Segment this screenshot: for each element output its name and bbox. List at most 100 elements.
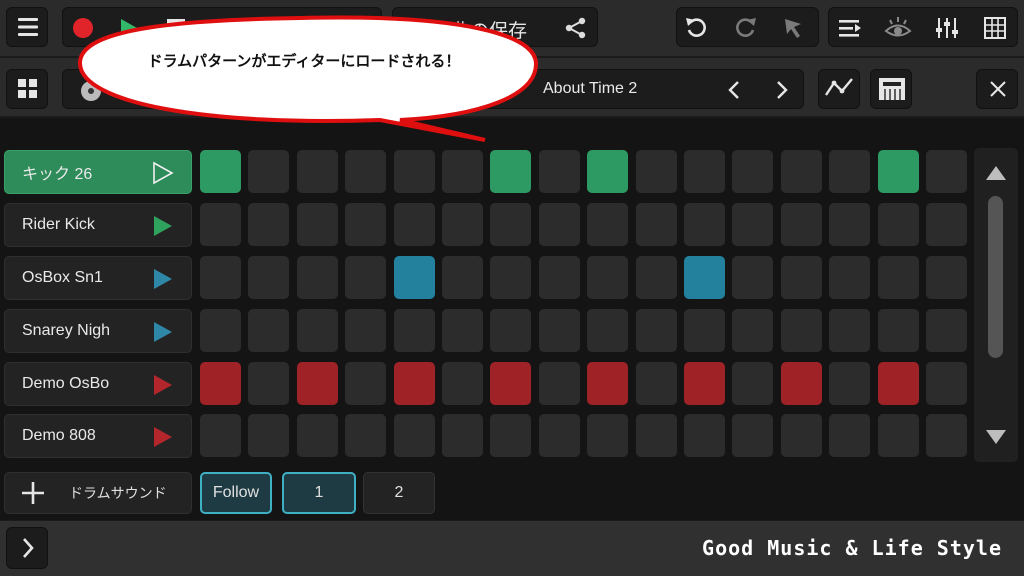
step-cell-on[interactable]: [296, 362, 338, 405]
menu-button[interactable]: [6, 7, 48, 47]
track-row[interactable]: Snarey Nigh: [4, 309, 192, 353]
step-cell[interactable]: [926, 203, 967, 246]
scroll-thumb[interactable]: [988, 196, 1003, 358]
track-row[interactable]: Rider Kick: [4, 203, 192, 247]
step-cell-on[interactable]: [393, 256, 435, 299]
mixer-icon[interactable]: [933, 14, 961, 42]
step-cell[interactable]: [200, 309, 241, 352]
pads-view-button[interactable]: [6, 69, 48, 109]
step-cell[interactable]: [345, 203, 387, 246]
keyboard-button[interactable]: [870, 69, 912, 109]
pointer-icon[interactable]: [779, 14, 807, 42]
step-cell[interactable]: [732, 150, 774, 193]
step-cell[interactable]: [248, 414, 290, 457]
step-cell[interactable]: [684, 309, 725, 352]
track-row[interactable]: Demo OsBo: [4, 362, 192, 406]
undo-icon[interactable]: [683, 14, 711, 42]
step-cell[interactable]: [780, 256, 822, 299]
step-cell-on[interactable]: [490, 362, 532, 405]
step-cell[interactable]: [296, 150, 338, 193]
list-icon[interactable]: [835, 14, 863, 42]
step-cell[interactable]: [442, 362, 483, 405]
step-cell[interactable]: [490, 309, 532, 352]
step-cell[interactable]: [442, 150, 483, 193]
step-cell[interactable]: [829, 309, 871, 352]
step-cell[interactable]: [587, 309, 629, 352]
chevron-left-icon[interactable]: [723, 78, 747, 102]
grid-icon[interactable]: [981, 14, 1009, 42]
step-cell[interactable]: [829, 256, 871, 299]
step-cell[interactable]: [684, 414, 725, 457]
page-1-button[interactable]: 1: [282, 472, 356, 514]
step-cell[interactable]: [200, 256, 241, 299]
eye-icon[interactable]: [883, 14, 913, 42]
step-cell[interactable]: [877, 414, 919, 457]
step-cell[interactable]: [732, 256, 774, 299]
step-cell-on[interactable]: [587, 150, 629, 193]
step-cell[interactable]: [442, 414, 483, 457]
record-icon[interactable]: [69, 14, 99, 44]
step-cell[interactable]: [732, 362, 774, 405]
step-cell[interactable]: [926, 256, 967, 299]
song-save-group[interactable]: 曲の保存: [392, 7, 598, 47]
step-cell[interactable]: [587, 256, 629, 299]
track-preview-play-icon[interactable]: [143, 160, 181, 186]
step-cell[interactable]: [442, 309, 483, 352]
step-cell[interactable]: [490, 414, 532, 457]
step-cell[interactable]: [635, 150, 677, 193]
step-cell[interactable]: [296, 256, 338, 299]
step-cell[interactable]: [829, 414, 871, 457]
step-cell[interactable]: [780, 414, 822, 457]
step-cell[interactable]: [200, 203, 241, 246]
step-cell[interactable]: [635, 362, 677, 405]
track-row[interactable]: Demo 808: [4, 414, 192, 458]
follow-toggle[interactable]: Follow: [200, 472, 272, 514]
step-cell[interactable]: [926, 362, 967, 405]
step-cell-on[interactable]: [393, 362, 435, 405]
step-cell[interactable]: [248, 203, 290, 246]
step-cell[interactable]: [780, 309, 822, 352]
step-cell[interactable]: [296, 309, 338, 352]
close-button[interactable]: [976, 69, 1018, 109]
step-cell[interactable]: [829, 150, 871, 193]
step-cell[interactable]: [345, 150, 387, 193]
step-cell-on[interactable]: [877, 362, 919, 405]
step-cell[interactable]: [442, 203, 483, 246]
step-cell-on[interactable]: [587, 362, 629, 405]
step-cell-on[interactable]: [200, 150, 241, 193]
step-cell[interactable]: [926, 150, 967, 193]
step-cell[interactable]: [829, 362, 871, 405]
step-cell[interactable]: [926, 309, 967, 352]
track-row[interactable]: キック 26: [4, 150, 192, 194]
chevron-right-icon[interactable]: [769, 78, 793, 102]
step-cell-on[interactable]: [684, 256, 725, 299]
step-cell-on[interactable]: [877, 150, 919, 193]
step-cell-on[interactable]: [200, 362, 241, 405]
stop-icon[interactable]: [163, 15, 189, 41]
step-cell[interactable]: [296, 414, 338, 457]
step-cell-on[interactable]: [490, 150, 532, 193]
step-cell[interactable]: [345, 414, 387, 457]
step-cell[interactable]: [635, 309, 677, 352]
step-cell[interactable]: [538, 203, 580, 246]
track-preview-play-icon[interactable]: [143, 213, 181, 239]
step-cell[interactable]: [587, 203, 629, 246]
step-cell[interactable]: [248, 256, 290, 299]
step-cell[interactable]: [538, 150, 580, 193]
step-cell[interactable]: [732, 309, 774, 352]
expand-button[interactable]: [6, 527, 48, 569]
step-cell[interactable]: [248, 150, 290, 193]
scroll-up-icon[interactable]: [984, 164, 1008, 182]
redo-icon[interactable]: [731, 14, 759, 42]
step-cell[interactable]: [393, 203, 435, 246]
step-cell-on[interactable]: [780, 362, 822, 405]
step-cell[interactable]: [732, 203, 774, 246]
step-cell[interactable]: [393, 414, 435, 457]
play-icon[interactable]: [115, 15, 143, 43]
step-cell[interactable]: [635, 414, 677, 457]
add-drum-sound-button[interactable]: ドラムサウンド: [4, 472, 192, 514]
step-cell[interactable]: [926, 414, 967, 457]
step-cell[interactable]: [490, 203, 532, 246]
automation-button[interactable]: [818, 69, 860, 109]
step-cell-on[interactable]: [684, 362, 725, 405]
